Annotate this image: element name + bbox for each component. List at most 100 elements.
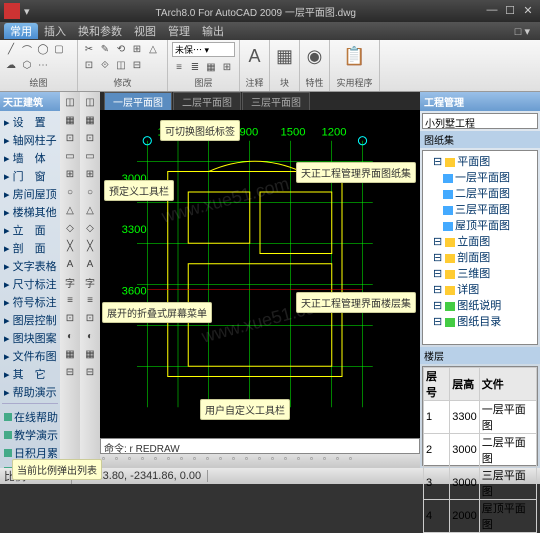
sidebar-item[interactable]: ▸ 图层控制 xyxy=(2,311,58,329)
ribbon-icon[interactable]: △ xyxy=(146,42,160,56)
ribbon-icon[interactable]: ⌒ xyxy=(20,42,34,56)
tree-item[interactable]: 屋顶平面图 xyxy=(425,217,535,233)
ribbon-icon[interactable]: ◫ xyxy=(114,58,128,72)
tree-item[interactable]: ⊟ 图纸说明 xyxy=(425,297,535,313)
table-row[interactable]: 33000三层平面图 xyxy=(424,467,537,500)
floor-table[interactable]: 层号层高文件13300一层平面图23000二层平面图33000三层平面图4200… xyxy=(422,366,538,466)
tree-item[interactable]: 三层平面图 xyxy=(425,201,535,217)
ribbon-icon[interactable]: ⊟ xyxy=(130,58,144,72)
menu-tab-3[interactable]: 视图 xyxy=(128,23,162,39)
tool-button[interactable]: ▫ xyxy=(297,454,309,466)
tool-button[interactable]: ○ xyxy=(62,184,78,200)
tool-button[interactable]: A xyxy=(62,256,78,272)
drawing-area[interactable]: 一层平面图 二层平面图 三层平面图 xyxy=(100,92,420,468)
ribbon-icon[interactable]: ✂ xyxy=(82,42,96,56)
sidebar-item[interactable]: ▸ 轴网柱子 xyxy=(2,131,58,149)
ribbon-icon[interactable]: ✎ xyxy=(98,42,112,56)
ribbon-icon[interactable]: ⊞ xyxy=(220,60,234,74)
tool-button[interactable]: 字 xyxy=(62,274,78,290)
tool-button[interactable]: ▫ xyxy=(284,454,296,466)
tool-button[interactable]: ▫ xyxy=(167,454,179,466)
tool-button[interactable]: △ xyxy=(82,202,98,218)
utilities-button[interactable]: 📋 xyxy=(341,42,369,70)
menu-tab-1[interactable]: 插入 xyxy=(38,23,72,39)
tool-button[interactable]: ▫ xyxy=(245,454,257,466)
tool-button[interactable]: ⊞ xyxy=(82,166,98,182)
tool-button[interactable]: ╳ xyxy=(62,238,78,254)
tool-button[interactable]: ⊡ xyxy=(62,310,78,326)
tool-button[interactable]: ▫ xyxy=(115,454,127,466)
layer-combo[interactable]: 未保⋯ ▾ xyxy=(172,42,235,57)
tool-button[interactable]: ▫ xyxy=(206,454,218,466)
sidebar-item[interactable]: ▸ 设 置 xyxy=(2,113,58,131)
tool-button[interactable]: ▦ xyxy=(82,112,98,128)
tool-button[interactable]: ⊡ xyxy=(82,130,98,146)
sidebar-item[interactable]: 教学演示 xyxy=(2,426,58,444)
command-line[interactable]: 命令: r REDRAW xyxy=(100,438,420,454)
tree-item[interactable]: ⊟ 平面图 xyxy=(425,153,535,169)
maximize-button[interactable]: ☐ xyxy=(502,4,518,18)
menu-search[interactable]: □ ▾ xyxy=(509,25,536,38)
tool-button[interactable]: ▫ xyxy=(232,454,244,466)
tool-button[interactable]: ▫ xyxy=(180,454,192,466)
drawing-tree[interactable]: ⊟ 平面图一层平面图二层平面图三层平面图屋顶平面图⊟ 立面图⊟ 剖面图⊟ 三维图… xyxy=(422,150,538,345)
tool-button[interactable]: ◫ xyxy=(82,94,98,110)
tool-button[interactable]: ▫ xyxy=(141,454,153,466)
sidebar-item[interactable]: ▸ 文字表格 xyxy=(2,257,58,275)
ribbon-icon[interactable]: ⟲ xyxy=(114,42,128,56)
tool-button[interactable]: ▭ xyxy=(82,148,98,164)
sidebar-item[interactable]: ▸ 图块图案 xyxy=(2,329,58,347)
section-floors[interactable]: 楼层 xyxy=(420,347,540,364)
menu-tab-4[interactable]: 管理 xyxy=(162,23,196,39)
ribbon-icon[interactable]: ╱ xyxy=(4,42,18,56)
annotate-button[interactable]: A xyxy=(241,42,269,70)
sidebar-item[interactable]: ▸ 其 它 xyxy=(2,365,58,383)
tool-button[interactable]: ▫ xyxy=(349,454,361,466)
tool-button[interactable]: △ xyxy=(62,202,78,218)
sidebar-item[interactable]: 在线帮助 xyxy=(2,408,58,426)
section-drawings[interactable]: 图纸集 xyxy=(420,131,540,148)
tool-button[interactable]: ▫ xyxy=(102,454,114,466)
tool-button[interactable]: ▫ xyxy=(323,454,335,466)
sidebar-item[interactable]: ▸ 剖 面 xyxy=(2,239,58,257)
tool-button[interactable]: ▦ xyxy=(62,112,78,128)
sidebar-item[interactable]: ▸ 文件布图 xyxy=(2,347,58,365)
minimize-button[interactable]: — xyxy=(484,4,500,18)
tool-button[interactable]: ▭ xyxy=(62,148,78,164)
table-row[interactable]: 42000屋顶平面图 xyxy=(424,500,537,533)
tree-item[interactable]: ⊟ 立面图 xyxy=(425,233,535,249)
table-row[interactable]: 23000二层平面图 xyxy=(424,434,537,467)
tool-button[interactable]: ◇ xyxy=(82,220,98,236)
tool-button[interactable]: ╳ xyxy=(82,238,98,254)
tool-button[interactable]: ▫ xyxy=(219,454,231,466)
sidebar-item[interactable]: ▸ 墙 体 xyxy=(2,149,58,167)
tab-1[interactable]: 二层平面图 xyxy=(173,92,241,110)
tool-button[interactable]: ⊡ xyxy=(82,310,98,326)
ribbon-icon[interactable]: ⟐ xyxy=(98,58,112,72)
ribbon-icon[interactable]: ◯ xyxy=(36,42,50,56)
tool-button[interactable]: ≡ xyxy=(82,292,98,308)
menu-tab-5[interactable]: 输出 xyxy=(196,23,230,39)
ribbon-icon[interactable]: ▢ xyxy=(52,42,66,56)
tree-item[interactable]: ⊟ 三维图 xyxy=(425,265,535,281)
tool-button[interactable]: ◇ xyxy=(62,220,78,236)
tool-button[interactable]: ▫ xyxy=(271,454,283,466)
tree-item[interactable]: ⊟ 图纸目录 xyxy=(425,313,535,329)
tool-button[interactable]: ▫ xyxy=(310,454,322,466)
tool-button[interactable]: A xyxy=(82,256,98,272)
ribbon-icon[interactable]: ▦ xyxy=(204,60,218,74)
block-button[interactable]: ▦ xyxy=(271,42,299,70)
tool-button[interactable]: ⊟ xyxy=(62,364,78,380)
tool-button[interactable]: ▦ xyxy=(82,346,98,362)
ribbon-icon[interactable]: ≣ xyxy=(188,60,202,74)
tree-item[interactable]: 一层平面图 xyxy=(425,169,535,185)
tool-button[interactable]: ◐ xyxy=(82,328,98,344)
tool-button[interactable]: ▫ xyxy=(258,454,270,466)
project-combo[interactable]: 小列墅工程 xyxy=(422,113,538,129)
sidebar-item[interactable]: ▸ 楼梯其他 xyxy=(2,203,58,221)
sidebar-item[interactable]: ▸ 立 面 xyxy=(2,221,58,239)
tool-button[interactable]: ≡ xyxy=(62,292,78,308)
sidebar-item[interactable]: ▸ 符号标注 xyxy=(2,293,58,311)
ribbon-icon[interactable]: ⊡ xyxy=(82,58,96,72)
ribbon-icon[interactable]: ⋯ xyxy=(36,58,50,72)
